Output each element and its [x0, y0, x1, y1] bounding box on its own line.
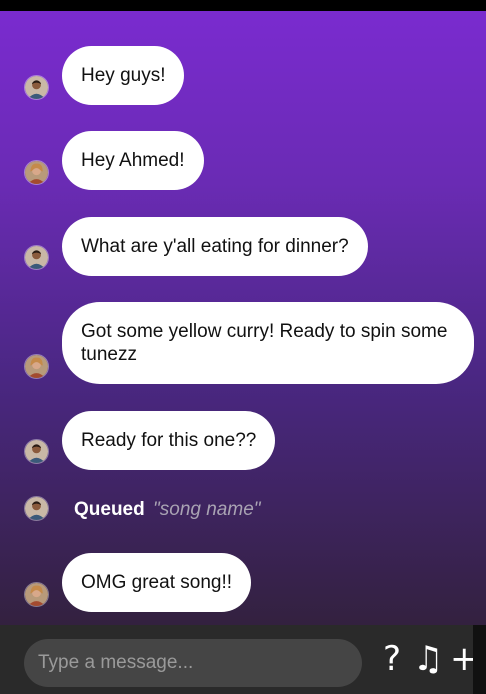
queued-notice: Queued "song name" [74, 499, 261, 521]
question-icon[interactable]: ? [383, 637, 401, 681]
message-row: Hey guys! [0, 46, 486, 126]
avatar-ahmed[interactable] [24, 496, 49, 521]
message-row: What are y'all eating for dinner? [0, 217, 486, 297]
composer-bar: ? ♫ + [0, 625, 479, 694]
avatar-ahmed[interactable] [24, 75, 49, 100]
avatar-friend[interactable] [24, 160, 49, 185]
message-bubble[interactable]: OMG great song!! [62, 553, 252, 612]
message-row: Got some yellow curry! Ready to spin som… [0, 302, 486, 386]
queue-row: Queued "song name" [0, 494, 486, 524]
message-row: Hey Ahmed! [0, 131, 486, 211]
chat-area[interactable]: Hey guys! Hey Ahmed! What are y'all eati… [0, 11, 486, 625]
message-bubble[interactable]: Got some yellow curry! Ready to spin som… [62, 302, 474, 384]
scrollbar-gutter [473, 625, 486, 694]
queued-song-name[interactable]: "song name" [153, 499, 261, 520]
message-bubble[interactable]: Ready for this one?? [62, 411, 276, 470]
message-bubble[interactable]: Hey guys! [62, 46, 185, 105]
message-row: OMG great song!! [0, 553, 486, 633]
message-input[interactable] [24, 639, 362, 687]
avatar-ahmed[interactable] [24, 245, 49, 270]
avatar-ahmed[interactable] [24, 439, 49, 464]
message-bubble[interactable]: Hey Ahmed! [62, 131, 204, 190]
avatar-friend[interactable] [24, 354, 49, 379]
message-row: Ready for this one?? [0, 411, 486, 491]
message-bubble[interactable]: What are y'all eating for dinner? [62, 217, 368, 276]
avatar-friend[interactable] [24, 582, 49, 607]
queued-label: Queued [74, 499, 145, 520]
top-status-bar [0, 0, 486, 11]
music-note-icon[interactable]: ♫ [413, 637, 443, 681]
